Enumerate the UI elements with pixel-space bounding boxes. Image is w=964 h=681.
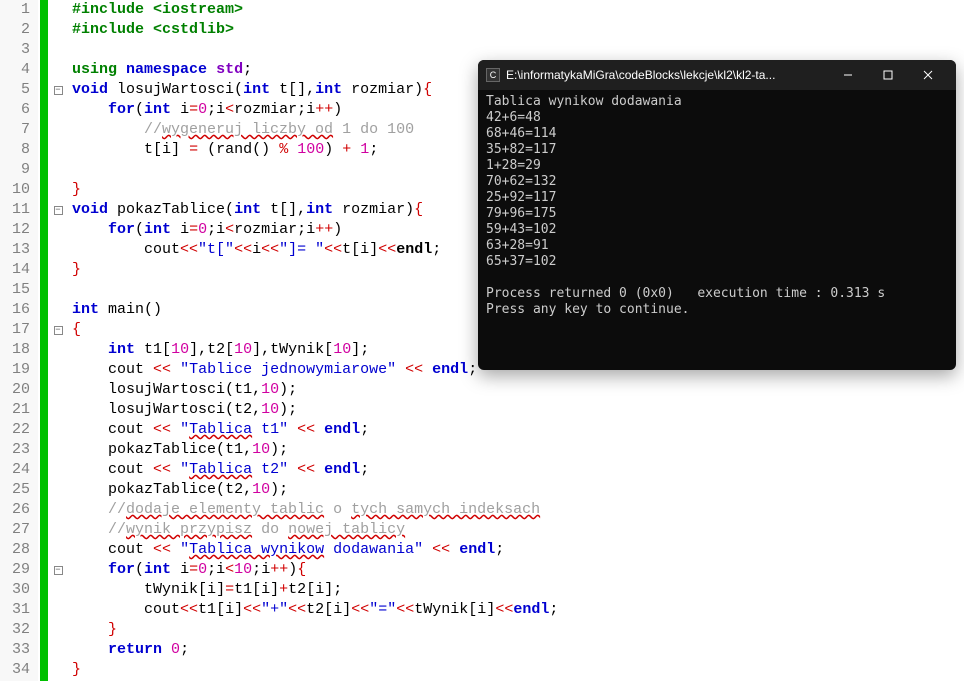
line-number: 14 (4, 260, 30, 280)
code-line[interactable]: //dodaje elementy tablic o tych samych i… (72, 500, 558, 520)
line-number: 25 (4, 480, 30, 500)
change-marker (40, 0, 48, 681)
line-number: 27 (4, 520, 30, 540)
line-number: 28 (4, 540, 30, 560)
fold-column[interactable]: − − − − (48, 0, 68, 681)
code-line[interactable]: tWynik[i]=t1[i]+t2[i]; (72, 580, 558, 600)
line-number: 21 (4, 400, 30, 420)
line-number: 30 (4, 580, 30, 600)
line-number: 11 (4, 200, 30, 220)
code-line[interactable]: for(int i=0;i<10;i++){ (72, 560, 558, 580)
console-icon: C (486, 68, 500, 82)
code-line[interactable]: pokazTablice(t1,10); (72, 440, 558, 460)
console-output[interactable]: Tablica wynikow dodawania 42+6=48 68+46=… (478, 90, 956, 322)
line-number: 17 (4, 320, 30, 340)
line-number: 4 (4, 60, 30, 80)
line-number: 33 (4, 640, 30, 660)
code-line[interactable]: } (72, 660, 558, 680)
line-number-gutter: 1234567891011121314151617181920212223242… (0, 0, 38, 681)
line-number: 13 (4, 240, 30, 260)
code-line[interactable]: #include <iostream> (72, 0, 558, 20)
code-line[interactable]: //wynik przypisz do nowej tablicy (72, 520, 558, 540)
code-line[interactable]: return 0; (72, 640, 558, 660)
code-line[interactable]: losujWartosci(t2,10); (72, 400, 558, 420)
line-number: 24 (4, 460, 30, 480)
fold-toggle-icon[interactable]: − (54, 326, 63, 335)
maximize-button[interactable] (868, 60, 908, 90)
console-window: C E:\informatykaMiGra\codeBlocks\lekcje\… (478, 60, 956, 370)
line-number: 16 (4, 300, 30, 320)
code-line[interactable]: cout << "Tablica t2" << endl; (72, 460, 558, 480)
line-number: 12 (4, 220, 30, 240)
code-line[interactable]: losujWartosci(t1,10); (72, 380, 558, 400)
code-line[interactable]: } (72, 620, 558, 640)
fold-toggle-icon[interactable]: − (54, 206, 63, 215)
line-number: 20 (4, 380, 30, 400)
code-line[interactable]: cout << "Tablica t1" << endl; (72, 420, 558, 440)
code-line[interactable]: #include <cstdlib> (72, 20, 558, 40)
line-number: 2 (4, 20, 30, 40)
code-line[interactable] (72, 40, 558, 60)
line-number: 18 (4, 340, 30, 360)
line-number: 29 (4, 560, 30, 580)
code-line[interactable]: cout << "Tablica wynikow dodawania" << e… (72, 540, 558, 560)
code-line[interactable]: cout<<t1[i]<<"+"<<t2[i]<<"="<<tWynik[i]<… (72, 600, 558, 620)
fold-toggle-icon[interactable]: − (54, 566, 63, 575)
console-titlebar[interactable]: C E:\informatykaMiGra\codeBlocks\lekcje\… (478, 60, 956, 90)
minimize-button[interactable] (828, 60, 868, 90)
line-number: 6 (4, 100, 30, 120)
line-number: 10 (4, 180, 30, 200)
close-button[interactable] (908, 60, 948, 90)
line-number: 26 (4, 500, 30, 520)
line-number: 7 (4, 120, 30, 140)
window-controls (828, 60, 948, 90)
line-number: 22 (4, 420, 30, 440)
line-number: 3 (4, 40, 30, 60)
line-number: 34 (4, 660, 30, 680)
line-number: 1 (4, 0, 30, 20)
line-number: 9 (4, 160, 30, 180)
console-title: E:\informatykaMiGra\codeBlocks\lekcje\kl… (506, 68, 828, 82)
line-number: 15 (4, 280, 30, 300)
line-number: 8 (4, 140, 30, 160)
line-number: 31 (4, 600, 30, 620)
line-number: 19 (4, 360, 30, 380)
line-number: 5 (4, 80, 30, 100)
line-number: 23 (4, 440, 30, 460)
line-number: 32 (4, 620, 30, 640)
code-line[interactable]: pokazTablice(t2,10); (72, 480, 558, 500)
fold-toggle-icon[interactable]: − (54, 86, 63, 95)
